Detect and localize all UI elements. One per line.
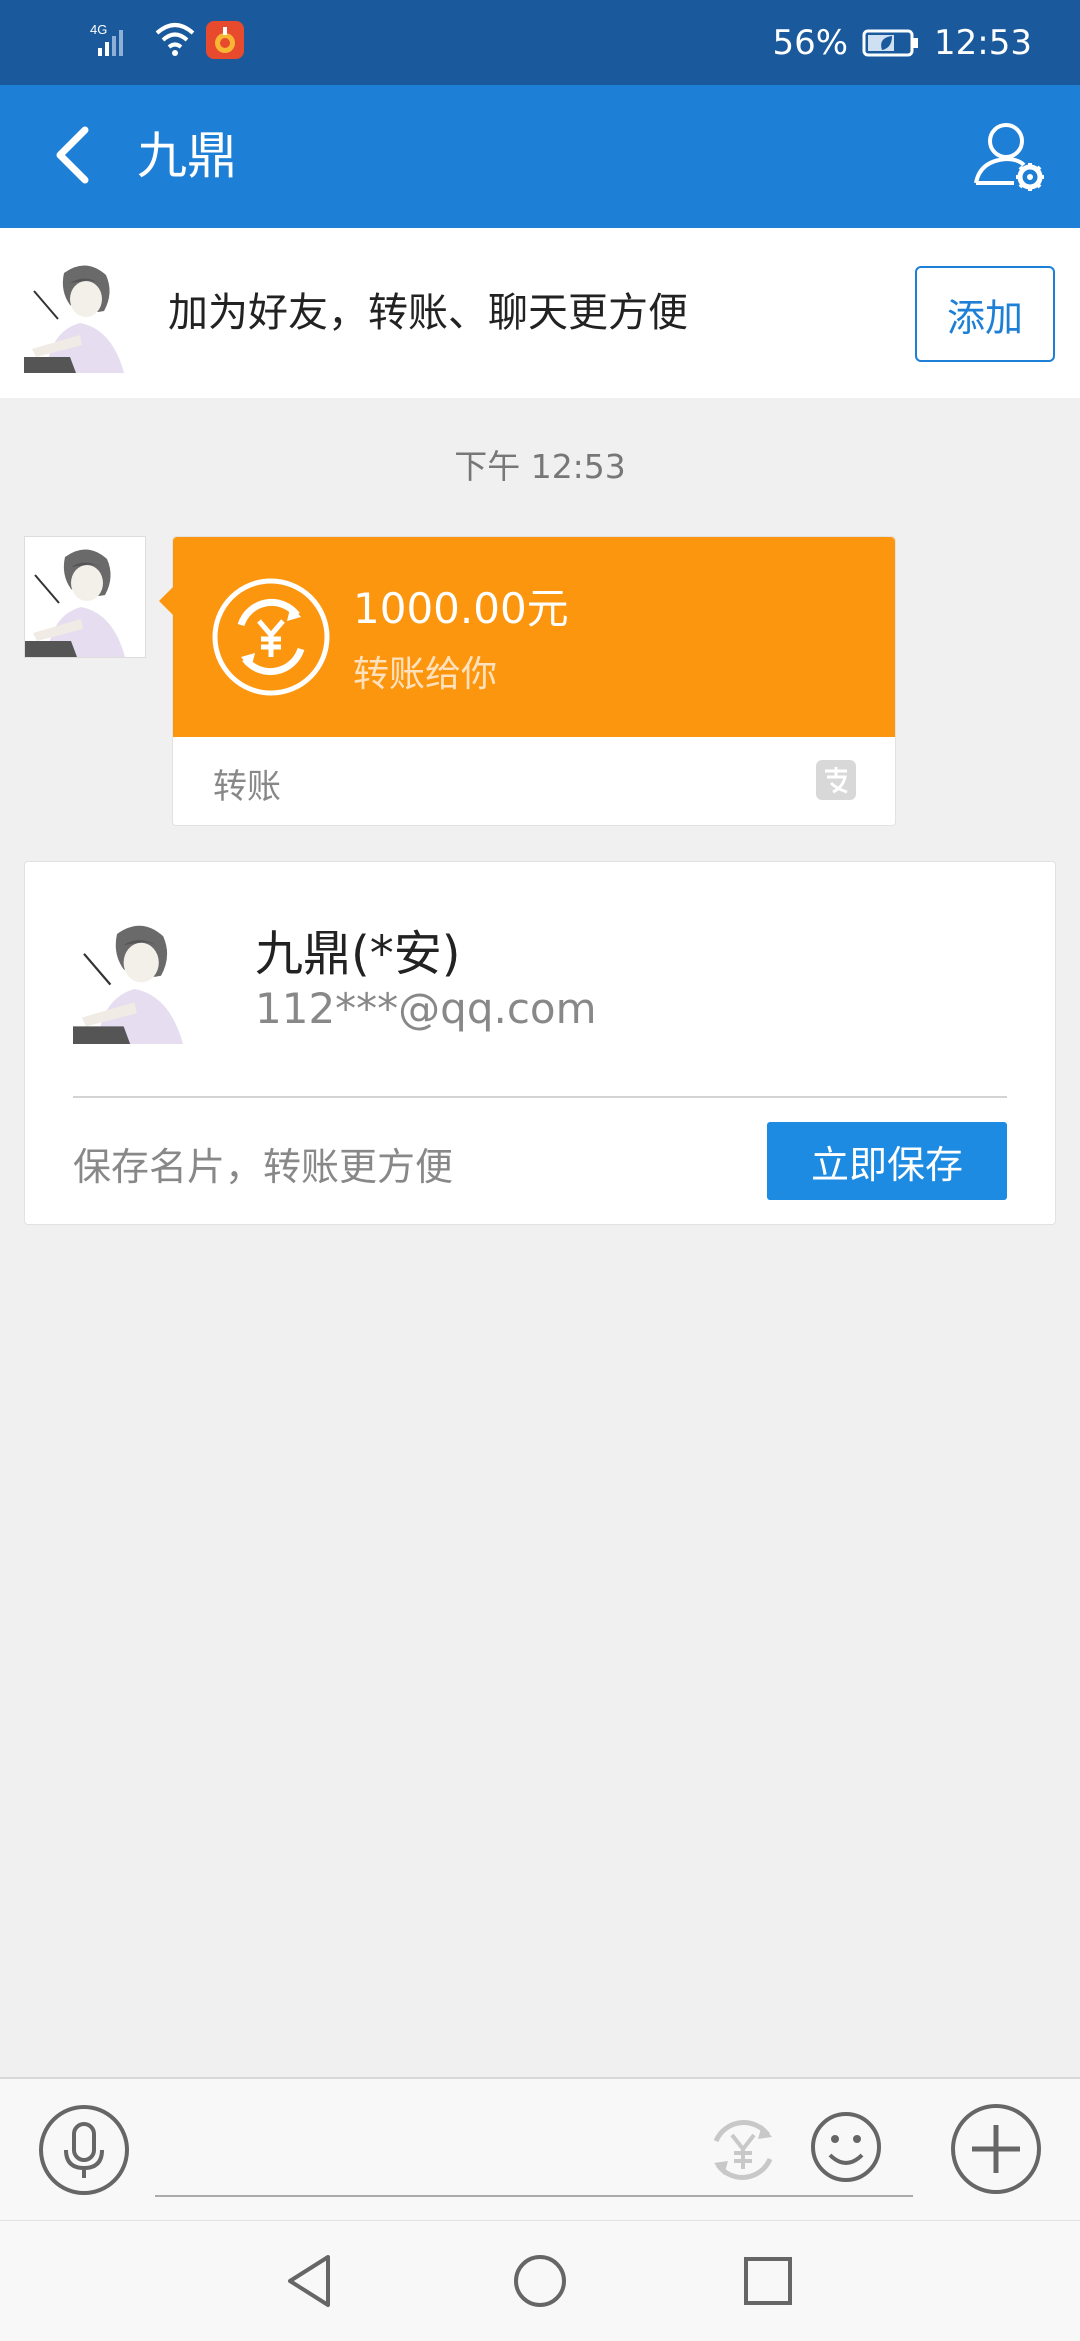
contact-card[interactable]: 九鼎(*安) 112***@qq.com 保存名片，转账更方便 立即保存 xyxy=(24,861,1056,1225)
transfer-amount: 1000.00元 xyxy=(353,584,569,633)
title-bar: 九鼎 xyxy=(0,85,1080,228)
contact-settings-icon[interactable] xyxy=(970,117,1050,197)
sender-avatar[interactable] xyxy=(24,536,146,658)
contact-card-name: 九鼎(*安) xyxy=(255,926,461,982)
status-left: 4G xyxy=(90,20,244,60)
add-friend-button[interactable]: 添加 xyxy=(915,266,1055,362)
status-bar: 4G 56% 12:53 xyxy=(0,0,1080,85)
transfer-message[interactable]: 1000.00元 转账给你 转账 xyxy=(159,536,896,826)
input-bar xyxy=(0,2077,1080,2222)
avatar[interactable] xyxy=(24,253,144,373)
status-time: 12:53 xyxy=(934,22,1032,63)
transfer-icon[interactable] xyxy=(704,2111,782,2189)
transfer-card-header: 1000.00元 转账给你 xyxy=(159,537,895,737)
svg-text:4G: 4G xyxy=(90,22,107,37)
message-timestamp: 下午 12:53 xyxy=(454,447,626,486)
contact-card-account: 112***@qq.com xyxy=(255,984,597,1033)
system-nav-bar xyxy=(0,2220,1080,2341)
save-card-hint: 保存名片，转账更方便 xyxy=(73,1145,454,1189)
page-title: 九鼎 xyxy=(137,127,237,185)
nav-recents-icon[interactable] xyxy=(738,2251,798,2311)
app-notification-icon xyxy=(206,21,244,59)
add-friend-banner: 加为好友，转账、聊天更方便 添加 xyxy=(0,228,1080,398)
contact-card-avatar xyxy=(73,912,205,1044)
voice-icon[interactable] xyxy=(38,2104,130,2196)
add-friend-prompt: 加为好友，转账、聊天更方便 xyxy=(168,290,688,336)
battery-percent: 56% xyxy=(772,22,849,63)
signal-icon: 4G xyxy=(90,22,123,56)
nav-home-icon[interactable] xyxy=(510,2251,570,2311)
alipay-logo-icon xyxy=(816,760,856,800)
wifi-icon xyxy=(155,23,195,56)
plus-icon[interactable] xyxy=(950,2103,1042,2195)
status-right: 56% 12:53 xyxy=(772,0,1032,85)
bubble-tail xyxy=(159,587,173,615)
battery-icon xyxy=(862,29,919,56)
divider xyxy=(73,1096,1007,1098)
back-arrow-icon[interactable] xyxy=(40,120,110,190)
save-now-button[interactable]: 立即保存 xyxy=(767,1122,1007,1200)
emoji-icon[interactable] xyxy=(810,2111,882,2183)
message-input[interactable] xyxy=(155,2195,913,2197)
transfer-footer-label: 转账 xyxy=(213,767,281,807)
transfer-yuan-icon xyxy=(212,578,330,696)
transfer-subtitle: 转账给你 xyxy=(353,654,498,695)
nav-back-icon[interactable] xyxy=(280,2251,340,2311)
